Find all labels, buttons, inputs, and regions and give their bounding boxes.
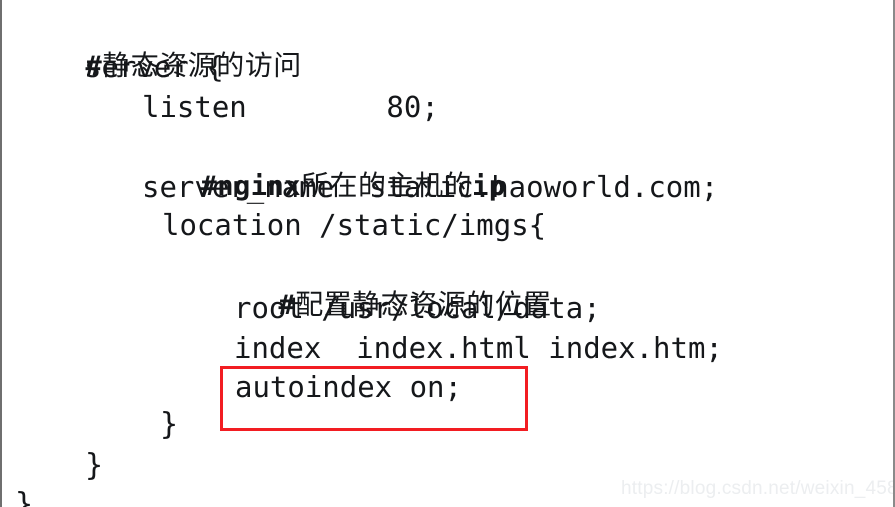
code-line-server-name: server_name static.haoworld.com; [142, 170, 719, 204]
code-line-listen: listen 80; [142, 90, 439, 124]
closing-brace-server: } [85, 448, 104, 483]
closing-brace-http: } [15, 487, 34, 507]
nginx-config-screenshot: #静态资源的访问 server { listen 80; #nginx所在的主机… [0, 0, 895, 507]
code-line-root: root /usr/local/data; [234, 291, 601, 325]
code-line-index: index index.html index.htm; [234, 331, 723, 365]
code-line-location-open: location /static/imgs{ [162, 208, 547, 242]
code-line-server-open: server { [84, 50, 224, 84]
code-line-autoindex: autoindex on; [235, 370, 462, 404]
csdn-watermark: https://blog.csdn.net/weixin_45801537 [621, 478, 895, 499]
code-block: #静态资源的访问 server { listen 80; #nginx所在的主机… [2, 0, 893, 507]
closing-brace-location: } [160, 407, 179, 442]
